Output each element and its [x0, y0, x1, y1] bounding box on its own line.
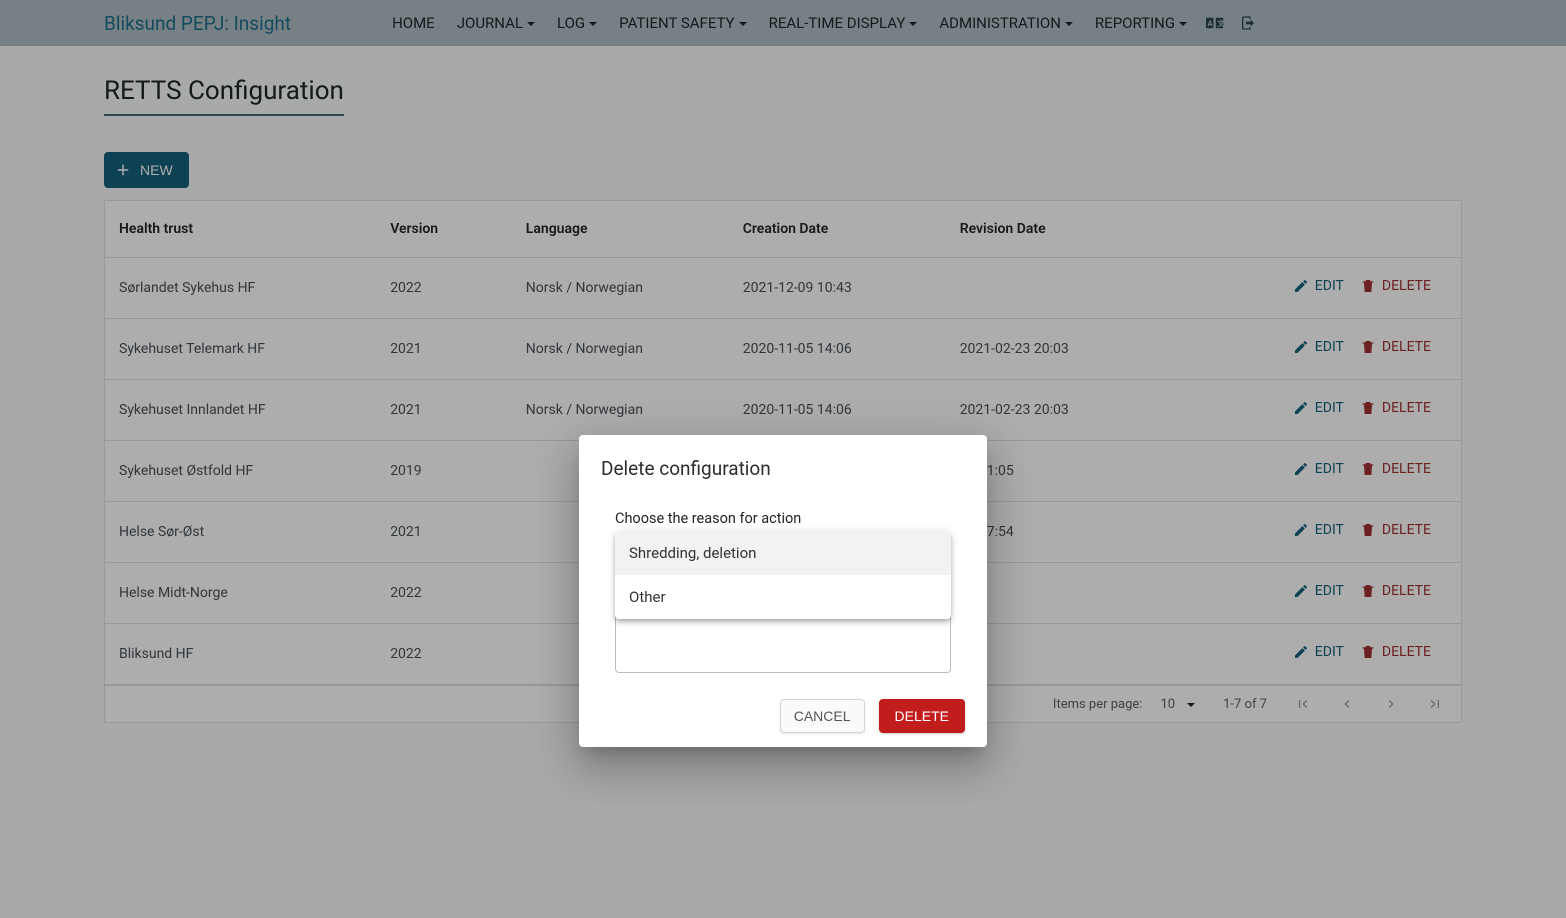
cancel-button[interactable]: CANCEL [780, 699, 865, 733]
modal-reason-label: Choose the reason for action [615, 510, 955, 527]
delete-modal: Delete configuration Choose the reason f… [579, 435, 987, 747]
modal-title: Delete configuration [601, 457, 965, 480]
reason-option[interactable]: Other [615, 575, 951, 619]
reason-dropdown: Shredding, deletion Other [615, 531, 951, 619]
reason-option[interactable]: Shredding, deletion [615, 531, 951, 575]
delete-button[interactable]: DELETE [879, 699, 965, 733]
modal-reason-select-area: Shredding, deletion Other [615, 533, 951, 673]
modal-actions: CANCEL DELETE [601, 699, 965, 733]
